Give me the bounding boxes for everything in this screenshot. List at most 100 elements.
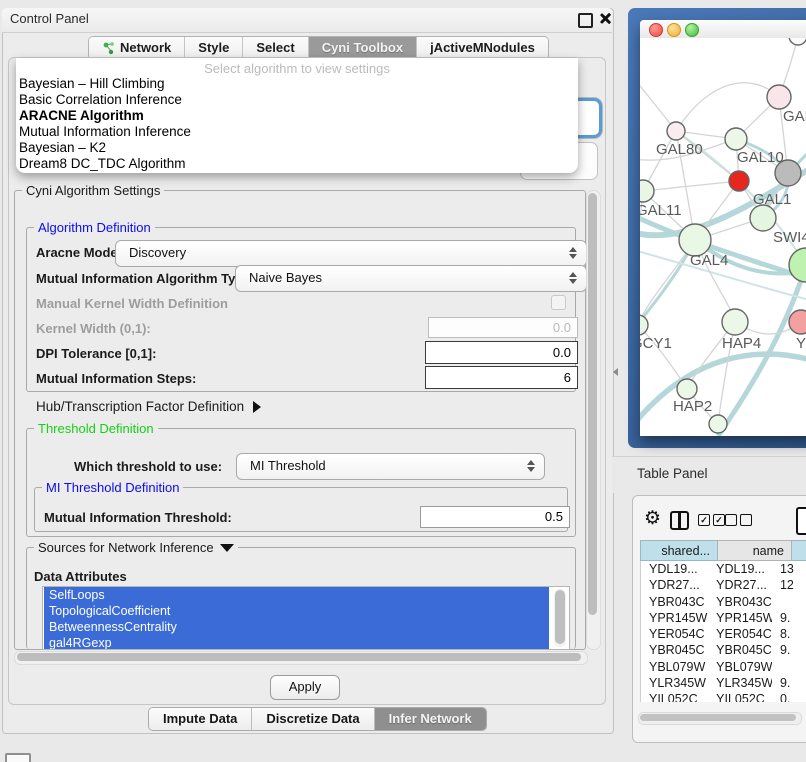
table-row[interactable]: YDL19...YDL19...13 <box>641 561 806 577</box>
tab-select[interactable]: Select <box>243 37 308 59</box>
node-y[interactable] <box>789 310 806 334</box>
node-label-hap4: HAP4 <box>722 335 761 352</box>
table-cell: YER054C <box>641 626 708 642</box>
bottom-tab-infer-network[interactable]: Infer Network <box>375 708 486 730</box>
hub-definition-row[interactable]: Hub/Transcription Factor Definition <box>36 399 261 414</box>
kernel-width-field[interactable]: 0.0 <box>428 317 578 338</box>
table-cell <box>772 659 806 675</box>
table-row[interactable]: YBL079WYBL079W <box>641 659 806 675</box>
minimized-panel-icon[interactable] <box>5 753 31 762</box>
algorithm-option-aracne-algorithm[interactable]: ARACNE Algorithm <box>16 108 578 124</box>
algorithm-option-basic-correlation-inference[interactable]: Basic Correlation Inference <box>16 92 578 108</box>
stepper-arrows-icon <box>526 459 535 473</box>
mi-threshold-field[interactable]: 0.5 <box>420 506 570 528</box>
cyni-algorithm-settings-label: Cyni Algorithm Settings <box>22 183 164 198</box>
apply-button[interactable]: Apply <box>270 675 340 700</box>
table-row[interactable]: YDR27...YDR27...12 <box>641 577 806 593</box>
tab-cyni-toolbox[interactable]: Cyni Toolbox <box>309 37 417 59</box>
node-hap4[interactable] <box>722 309 748 335</box>
collapse-arrow-icon[interactable] <box>220 544 234 552</box>
attribute-item-selfloops[interactable]: SelfLoops <box>44 587 549 603</box>
settings-horizontal-scrollbar-thumb[interactable] <box>17 653 581 661</box>
algorithm-option-mutual-information-inference[interactable]: Mutual Information Inference <box>16 124 578 140</box>
mac-close-icon[interactable] <box>649 23 663 37</box>
node-unlabeled[interactable] <box>709 415 727 433</box>
algorithm-option-bayesian-k2[interactable]: Bayesian – K2 <box>16 140 578 156</box>
manual-kernel-width-label: Manual Kernel Width Definition <box>36 296 228 311</box>
splitter-handle[interactable] <box>613 368 618 376</box>
node-gal80[interactable] <box>667 122 685 140</box>
cyni-bottom-tabs: Impute DataDiscretize DataInfer Network <box>148 707 487 731</box>
gear-icon[interactable]: ⚙ <box>644 508 661 530</box>
split-columns-icon[interactable] <box>670 511 689 530</box>
table-row[interactable]: YER054CYER054C8. <box>641 626 806 642</box>
table-row[interactable]: YPR145WYPR145W9. <box>641 610 806 626</box>
table-row[interactable]: YIL052CYIL052C0. <box>641 691 806 702</box>
close-icon[interactable] <box>599 12 612 25</box>
table-cell: YER054C <box>708 626 772 642</box>
table-row[interactable]: YLR345WYLR345W9. <box>641 675 806 691</box>
attribute-item-topologicalcoefficient[interactable]: TopologicalCoefficient <box>44 603 549 619</box>
table-row[interactable]: YBR043CYBR043C <box>641 594 806 610</box>
column-header-a[interactable]: A <box>792 540 806 561</box>
node-unlabeled[interactable] <box>789 248 806 282</box>
which-threshold-combo[interactable]: MI Threshold <box>236 453 545 480</box>
node-label-swi4: SWI4 <box>773 229 806 246</box>
deselect-all-checks-icon[interactable] <box>725 514 752 526</box>
tab-style[interactable]: Style <box>185 37 243 59</box>
node-label-gal4: GAL4 <box>690 252 728 269</box>
table-horizontal-scrollbar[interactable] <box>638 712 802 725</box>
table-row[interactable]: YBR045CYBR045C9. <box>641 642 806 658</box>
node-gal[interactable] <box>767 85 791 109</box>
bottom-tab-discretize-data[interactable]: Discretize Data <box>252 708 374 730</box>
node-unlabeled[interactable] <box>775 160 801 186</box>
tab-label: jActiveMNodules <box>430 37 535 59</box>
table-cell: 0. <box>772 691 806 702</box>
settings-vertical-scrollbar[interactable] <box>586 190 601 650</box>
node-label-gal11: GAL11 <box>640 202 682 219</box>
attributes-scrollbar[interactable] <box>554 589 566 647</box>
algorithm-option-dream8-dc-tdc-algorithm[interactable]: Dream8 DC_TDC Algorithm <box>16 156 578 172</box>
column-header-name[interactable]: name <box>718 540 792 561</box>
hub-definition-label: Hub/Transcription Factor Definition <box>36 399 244 414</box>
node-gcy1[interactable] <box>640 315 648 335</box>
table-cell: YDR27... <box>641 577 708 593</box>
mi-algorithm-type-combo[interactable]: Naive Bayes <box>235 265 587 292</box>
algorithm-option-bayesian-hill-climbing[interactable]: Bayesian – Hill Climbing <box>16 76 578 92</box>
mi-steps-field[interactable]: 6 <box>425 366 578 389</box>
table-cell: 8. <box>772 626 806 642</box>
mac-zoom-icon[interactable] <box>685 23 699 37</box>
node-unlabeled[interactable] <box>789 38 806 45</box>
manual-kernel-width-checkbox[interactable] <box>551 295 566 310</box>
settings-horizontal-scrollbar[interactable] <box>14 651 588 665</box>
column-header-shared[interactable]: shared... <box>640 540 718 561</box>
aracne-mode-combo[interactable]: Discovery <box>115 240 587 267</box>
export-table-icon[interactable] <box>796 507 806 535</box>
sources-group-label-row: Sources for Network Inference <box>34 540 238 555</box>
node-gal1[interactable] <box>729 171 749 191</box>
table-cell: YLR345W <box>708 675 772 691</box>
select-all-checks-icon[interactable]: ✓ ✓ <box>698 514 725 526</box>
dpi-tolerance-field[interactable]: 0.0 <box>425 341 578 364</box>
table-horizontal-scrollbar-thumb[interactable] <box>640 714 796 721</box>
tab-label: Network <box>120 37 171 59</box>
attribute-item-gal4rgexp[interactable]: gal4RGexp <box>44 635 549 650</box>
expand-arrow-icon[interactable] <box>253 401 261 413</box>
attributes-scrollbar-thumb[interactable] <box>555 590 565 644</box>
bottom-tab-impute-data[interactable]: Impute Data <box>149 708 252 730</box>
table-cell: 9. <box>772 610 806 626</box>
table-cell: YBL079W <box>641 659 708 675</box>
attribute-item-betweennesscentrality[interactable]: BetweennessCentrality <box>44 619 549 635</box>
mac-minimize-icon[interactable] <box>667 23 681 37</box>
network-window-titlebar[interactable] <box>640 20 806 39</box>
network-canvas[interactable]: GALGAL80GAL10GAL1GAL11SWI4GAL4GCY1HAP4YH… <box>640 38 806 436</box>
node-hap2[interactable] <box>677 379 697 399</box>
tab-network[interactable]: Network <box>89 37 185 59</box>
node-gal10[interactable] <box>725 128 747 150</box>
settings-vertical-scrollbar-thumb[interactable] <box>588 193 597 615</box>
table-cell: YBR045C <box>708 642 772 658</box>
tab-jactivemnodules[interactable]: jActiveMNodules <box>417 37 548 59</box>
float-window-icon[interactable] <box>578 13 593 28</box>
node-swi4[interactable] <box>750 205 776 231</box>
checked-box-icon: ✓ <box>698 514 710 526</box>
